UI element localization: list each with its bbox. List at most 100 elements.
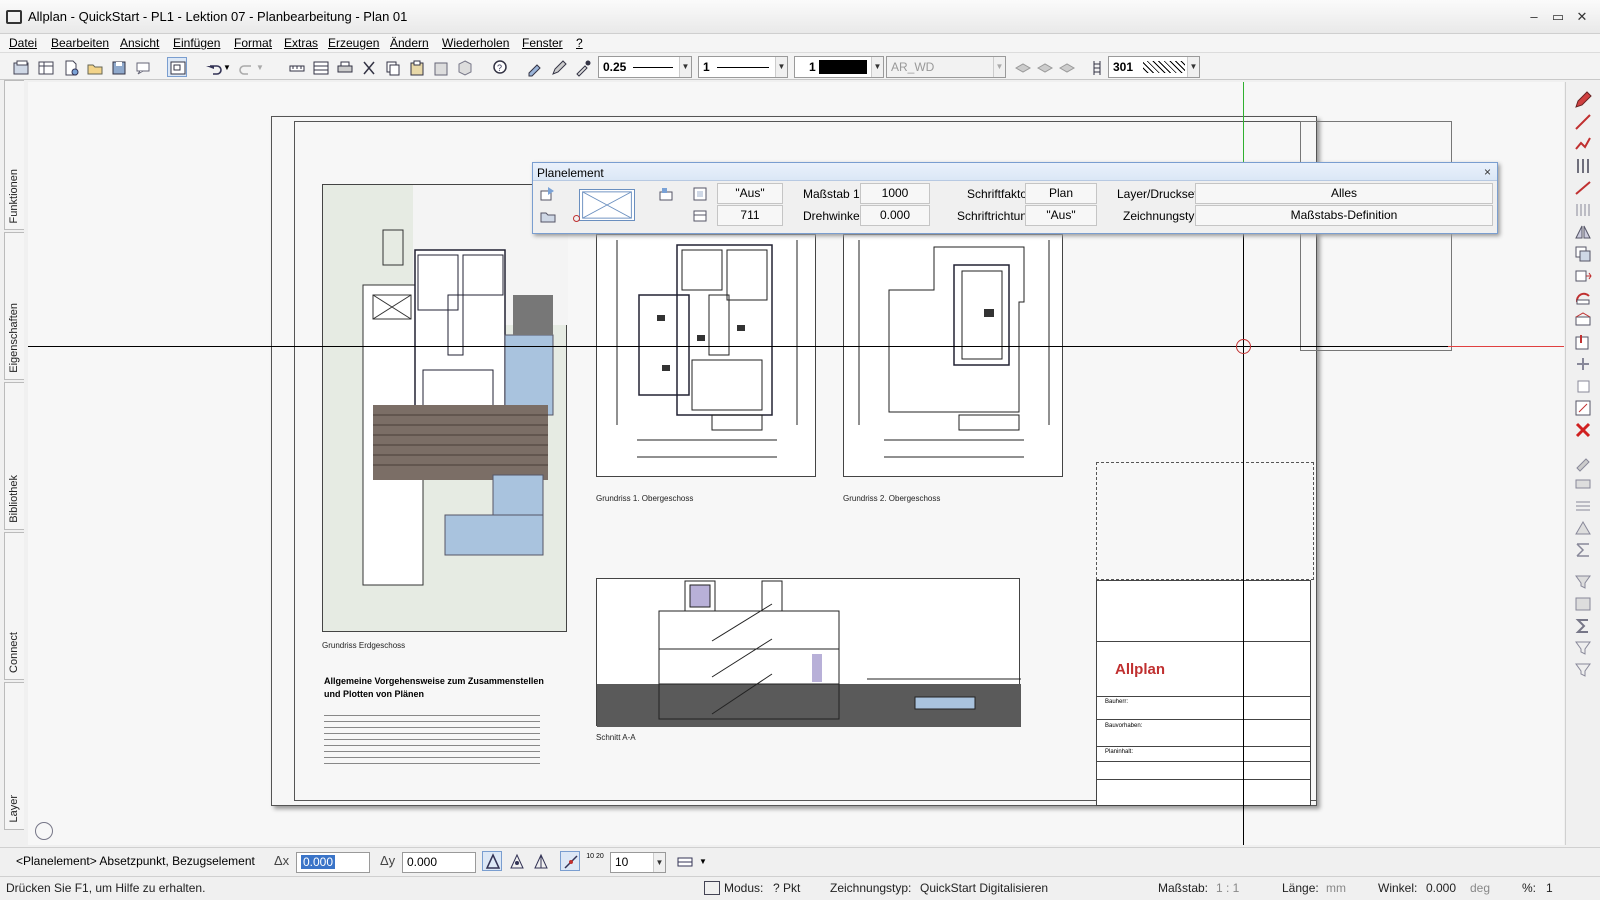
massstab-field[interactable]: 1000 — [860, 183, 930, 204]
dx-input[interactable]: 0.000 — [296, 852, 370, 873]
layer-print-icon[interactable] — [1056, 57, 1076, 77]
schriftrichtung-field[interactable]: "Aus" — [1025, 205, 1097, 226]
grid-settings-icon[interactable] — [674, 851, 694, 871]
scale-icon[interactable] — [1573, 398, 1593, 418]
zeichnungstyp-field[interactable]: Maßstabs-Definition — [1195, 205, 1493, 226]
trim-icon[interactable] — [1573, 332, 1593, 352]
tab-funktionen[interactable]: Funktionen — [4, 80, 24, 230]
layout-icon[interactable] — [691, 207, 709, 225]
snap-step-label[interactable]: 10 20 — [584, 852, 606, 872]
layer-visibility-icon[interactable] — [1012, 57, 1032, 77]
modify-sum-icon[interactable] — [1573, 540, 1593, 560]
pipette-icon[interactable] — [572, 57, 592, 77]
sum-icon[interactable] — [1573, 616, 1593, 636]
massstab-status-value[interactable]: 1 : 1 — [1216, 881, 1239, 895]
drehwinkel-field[interactable]: 0.000 — [860, 205, 930, 226]
element-pick-icon[interactable] — [539, 185, 557, 203]
layer-lock-icon[interactable] — [1034, 57, 1054, 77]
menu-wiederholen[interactable]: Wiederholen — [442, 36, 509, 50]
menu-extras[interactable]: Extras — [284, 36, 318, 50]
hatch-icon[interactable] — [1573, 200, 1593, 220]
close-button[interactable]: ✕ — [1572, 8, 1592, 26]
table-icon[interactable] — [310, 57, 330, 77]
modify-format-icon[interactable] — [1573, 474, 1593, 494]
point-snap-icon[interactable] — [482, 851, 502, 871]
pattern-select[interactable]: 301 ▼ — [1108, 56, 1200, 78]
laenge-unit[interactable]: mm — [1326, 881, 1346, 895]
menu-help[interactable]: ? — [576, 36, 583, 50]
undo-icon[interactable] — [203, 57, 223, 77]
divide-snap-icon[interactable] — [530, 851, 550, 871]
modify-lines-icon[interactable] — [1573, 496, 1593, 516]
tab-eigenschaften[interactable]: Eigenschaften — [4, 232, 24, 380]
tab-layer[interactable]: Layer — [4, 682, 24, 830]
schriftfaktor-field[interactable]: Plan — [1025, 183, 1097, 204]
line-tool-icon[interactable] — [1573, 112, 1593, 132]
undo-dropdown-icon[interactable]: ▼ — [222, 57, 232, 77]
pencil-icon[interactable] — [1573, 90, 1593, 110]
help-search-icon[interactable]: ? — [490, 57, 510, 77]
comment-icon[interactable] — [132, 57, 152, 77]
project-open-icon[interactable] — [10, 57, 30, 77]
ground-floor-drawing[interactable] — [322, 184, 568, 632]
copy-icon[interactable] — [382, 57, 402, 77]
dy-input[interactable]: 0.000 — [402, 852, 476, 873]
first-floor-drawing[interactable] — [596, 234, 816, 477]
track-line-icon[interactable] — [560, 851, 580, 871]
second-floor-drawing[interactable] — [843, 234, 1063, 477]
menu-format[interactable]: Format — [234, 36, 272, 50]
filter-select-icon[interactable] — [1573, 572, 1593, 592]
tab-connect[interactable]: Connect — [4, 532, 24, 680]
menu-datei[interactable]: Datei — [9, 36, 37, 50]
join-icon[interactable] — [1573, 354, 1593, 374]
view-orientation-icon[interactable] — [35, 822, 53, 840]
stretch-icon[interactable] — [1573, 310, 1593, 330]
step-select[interactable]: 10 ▼ — [610, 852, 666, 873]
color-select[interactable]: 1 ▼ — [794, 56, 884, 78]
number-field[interactable]: 711 — [717, 205, 783, 226]
section-drawing[interactable] — [596, 578, 1021, 727]
menu-aendern[interactable]: Ändern — [390, 36, 429, 50]
menu-bearbeiten[interactable]: Bearbeiten — [51, 36, 109, 50]
paste-icon[interactable] — [406, 57, 426, 77]
layer-druckset-field[interactable]: Alles — [1195, 183, 1493, 204]
format-painter-icon[interactable] — [524, 57, 544, 77]
pattern-icon[interactable] — [1086, 57, 1106, 77]
modify-pen-icon[interactable] — [1573, 452, 1593, 472]
zeichnungstyp-status-value[interactable]: QuickStart Digitalisieren — [920, 881, 1048, 895]
filter-icon[interactable] — [1573, 638, 1593, 658]
layer-select[interactable]: AR_WD ▼ — [886, 56, 1006, 78]
aus-field-1[interactable]: "Aus" — [717, 183, 783, 204]
maximize-button[interactable]: ▭ — [1548, 8, 1568, 26]
fileset-icon[interactable] — [35, 57, 55, 77]
menu-erzeugen[interactable]: Erzeugen — [328, 36, 379, 50]
tab-bibliothek[interactable]: Bibliothek — [4, 382, 24, 530]
minimize-button[interactable]: – — [1524, 8, 1544, 26]
pen-thickness-select[interactable]: 0.25 ▼ — [598, 56, 692, 78]
duplicate-icon[interactable] — [1573, 376, 1593, 396]
grid-settings-dropdown-icon[interactable]: ▼ — [698, 851, 712, 871]
element-preview-thumbnail[interactable] — [579, 189, 635, 221]
measure-icon[interactable] — [286, 57, 306, 77]
polyline-tool-icon[interactable] — [1573, 134, 1593, 154]
copy-element-icon[interactable] — [1573, 244, 1593, 264]
move-icon[interactable] — [1573, 266, 1593, 286]
3d-cube-icon[interactable] — [454, 57, 474, 77]
winkel-unit[interactable]: deg — [1470, 881, 1490, 895]
menu-fenster[interactable]: Fenster — [522, 36, 563, 50]
cut-icon[interactable] — [358, 57, 378, 77]
menu-ansicht[interactable]: Ansicht — [120, 36, 159, 50]
delete-icon[interactable] — [1573, 420, 1593, 440]
element-position-icon[interactable] — [657, 185, 675, 203]
save-icon[interactable] — [108, 57, 128, 77]
redo-icon[interactable] — [236, 57, 256, 77]
new-file-icon[interactable] — [60, 57, 80, 77]
pen-properties-icon[interactable] — [548, 57, 568, 77]
modus-icon[interactable] — [704, 881, 720, 895]
filter-advanced-icon[interactable] — [1573, 660, 1593, 680]
open-file-icon[interactable] — [84, 57, 104, 77]
dialog-close-icon[interactable]: × — [1484, 165, 1491, 179]
printer-icon[interactable] — [334, 57, 354, 77]
frame-icon[interactable] — [691, 185, 709, 203]
title-block[interactable]: Allplan Bauherr: Bauvorhaben: Planinhalt… — [1096, 580, 1311, 806]
